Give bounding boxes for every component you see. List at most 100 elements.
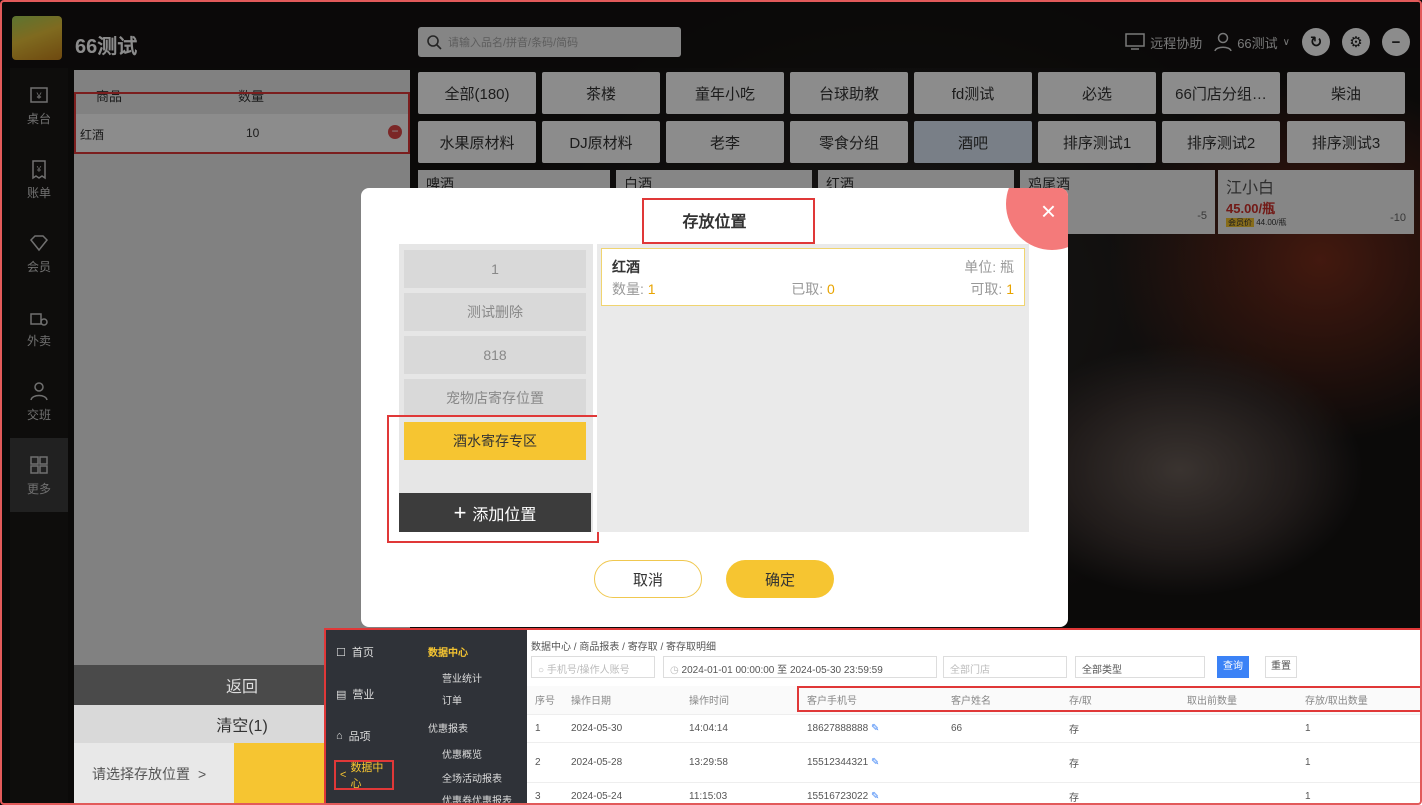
dc-sub-item[interactable]: 优惠报表 bbox=[428, 720, 468, 735]
home-icon: ☐ bbox=[336, 646, 346, 659]
location-item[interactable]: 818 bbox=[404, 336, 586, 374]
phone-value: 18627888888 bbox=[807, 722, 869, 734]
dc-nav-label: 数据中心 bbox=[350, 762, 384, 790]
dc-sub-item[interactable]: 订单 bbox=[442, 692, 462, 707]
dc-nav-label: 首页 bbox=[351, 647, 374, 659]
store-select-value: 全部门店 bbox=[950, 665, 990, 676]
table-cell: 2024-05-28 bbox=[563, 742, 681, 783]
location-item[interactable]: 1 bbox=[404, 250, 586, 288]
table-cell: 1 bbox=[1297, 742, 1422, 783]
dc-sub-item[interactable]: 优惠券优惠报表 bbox=[442, 792, 512, 805]
highlight-box-locations bbox=[387, 415, 599, 543]
table-cell: 1 bbox=[1297, 782, 1422, 805]
table-cell: 存 bbox=[1061, 714, 1179, 743]
table-row: 3 2024-05-24 11:15:03 15516723022 ✎ 存 1 bbox=[527, 782, 1422, 805]
data-center-panel: ☐ 首页 ▤ 营业 ⌂ 品项 < 数据中心 数据中心 营业统计 订单 优惠报表 优惠概览… bbox=[324, 628, 1422, 805]
query-button[interactable]: 查询 bbox=[1217, 656, 1249, 678]
dc-sub-item[interactable]: 营业统计 bbox=[442, 670, 482, 685]
table-cell bbox=[943, 782, 1061, 805]
table-cell: 2 bbox=[527, 742, 563, 783]
highlight-box-title bbox=[642, 198, 815, 244]
unit-label: 单位: bbox=[964, 259, 997, 275]
dc-nav-home[interactable]: ☐ 首页 bbox=[336, 644, 374, 660]
dc-nav-label: 品项 bbox=[348, 731, 371, 743]
cancel-button[interactable]: 取消 bbox=[594, 560, 702, 598]
dc-nav-items[interactable]: ⌂ 品项 bbox=[336, 728, 371, 744]
table-row: 2 2024-05-28 13:29:58 15512344321 ✎ 存 1 bbox=[527, 742, 1422, 783]
table-cell: 66 bbox=[943, 714, 1061, 743]
table-cell-phone: 15516723022 ✎ bbox=[799, 782, 943, 805]
qty-value: 1 bbox=[647, 281, 656, 297]
table-cell: 存 bbox=[1061, 782, 1179, 805]
table-row: 1 2024-05-30 14:04:14 18627888888 ✎ 66 存… bbox=[527, 714, 1422, 743]
table-cell-phone: 18627888888 ✎ bbox=[799, 714, 943, 743]
table-cell-phone: 15512344321 ✎ bbox=[799, 742, 943, 783]
table-cell: 13:29:58 bbox=[681, 742, 799, 783]
dc-sub-item[interactable]: 全场活动报表 bbox=[442, 770, 502, 785]
table-cell bbox=[1179, 782, 1297, 805]
available-value: 1 bbox=[1006, 281, 1014, 297]
table-cell: 1 bbox=[1297, 714, 1422, 743]
choose-location-label: 请选择存放位置 bbox=[92, 766, 190, 782]
column-header: 操作时间 bbox=[681, 686, 799, 715]
location-item[interactable]: 测试删除 bbox=[404, 293, 586, 331]
breadcrumb: 数据中心 / 商品报表 / 寄存取 / 寄存取明细 bbox=[531, 642, 717, 653]
clock-icon: ◷ bbox=[670, 665, 679, 676]
table-cell: 存 bbox=[1061, 742, 1179, 783]
reset-button[interactable]: 重置 bbox=[1265, 656, 1297, 678]
dc-main: 数据中心 / 商品报表 / 寄存取 / 寄存取明细 ○ 手机号/操作人账号 ◷ … bbox=[527, 630, 1422, 805]
phone-value: 15512344321 bbox=[807, 756, 869, 768]
dc-sidebar: ☐ 首页 ▤ 营业 ⌂ 品项 < 数据中心 bbox=[326, 630, 412, 805]
calendar-icon: ▤ bbox=[336, 688, 347, 701]
breadcrumb-item[interactable]: 数据中心 bbox=[531, 642, 571, 653]
confirm-button[interactable]: 确定 bbox=[726, 560, 834, 598]
dc-submenu: 数据中心 营业统计 订单 优惠报表 优惠概览 全场活动报表 优惠券优惠报表 bbox=[412, 630, 527, 805]
table-cell: 2024-05-24 bbox=[563, 782, 681, 805]
dc-nav-label: 营业 bbox=[352, 689, 375, 701]
stored-item-name: 红酒 bbox=[612, 259, 640, 275]
breadcrumb-item[interactable]: 寄存取 bbox=[628, 642, 658, 653]
dc-sub-item[interactable]: 优惠概览 bbox=[442, 746, 482, 761]
stored-items-area: 红酒 单位: 瓶 数量: 1 已取: 0 可取: 1 bbox=[597, 244, 1029, 532]
table-cell: 11:15:03 bbox=[681, 782, 799, 805]
table-cell bbox=[1179, 714, 1297, 743]
dc-nav-datacenter[interactable]: < 数据中心 bbox=[334, 760, 394, 790]
date-to: 2024-05-30 23:59:59 bbox=[789, 665, 883, 676]
type-select[interactable]: 全部类型 bbox=[1075, 656, 1205, 678]
available-label: 可取: bbox=[970, 281, 1003, 297]
taken-value: 0 bbox=[826, 281, 835, 297]
qty-label: 数量: bbox=[612, 281, 644, 297]
share-icon: < bbox=[340, 769, 347, 781]
breadcrumb-item[interactable]: 商品报表 bbox=[579, 642, 619, 653]
type-select-value: 全部类型 bbox=[1082, 665, 1122, 676]
edit-icon[interactable]: ✎ bbox=[871, 757, 879, 768]
column-header: 操作日期 bbox=[563, 686, 681, 715]
chevron-right-icon: > bbox=[198, 766, 207, 782]
table-cell: 3 bbox=[527, 782, 563, 805]
date-from: 2024-01-01 00:00:00 bbox=[681, 665, 775, 676]
breadcrumb-item: 寄存取明细 bbox=[666, 642, 717, 653]
column-header: 序号 bbox=[527, 686, 563, 715]
choose-location-button[interactable]: 请选择存放位置 > bbox=[74, 743, 234, 805]
table-cell bbox=[1179, 742, 1297, 783]
phone-search-placeholder: 手机号/操作人账号 bbox=[546, 665, 630, 676]
table-cell: 1 bbox=[527, 714, 563, 743]
search-icon: ○ bbox=[538, 665, 545, 676]
unit-value: 瓶 bbox=[1000, 259, 1014, 275]
edit-icon[interactable]: ✎ bbox=[871, 723, 879, 734]
dc-sub-title: 数据中心 bbox=[428, 648, 468, 659]
highlight-box-columns bbox=[797, 686, 1422, 712]
stored-item-card[interactable]: 红酒 单位: 瓶 数量: 1 已取: 0 可取: 1 bbox=[601, 248, 1025, 306]
table-cell: 2024-05-30 bbox=[563, 714, 681, 743]
phone-search-input[interactable]: ○ 手机号/操作人账号 bbox=[531, 656, 655, 678]
location-item[interactable]: 宠物店寄存位置 bbox=[404, 379, 586, 417]
storage-location-dialog: × 存放位置 1 测试删除 818 宠物店寄存位置 酒水寄存专区 + 添加位置 … bbox=[361, 188, 1068, 627]
edit-icon[interactable]: ✎ bbox=[871, 791, 879, 802]
table-cell: 14:04:14 bbox=[681, 714, 799, 743]
phone-value: 15516723022 bbox=[807, 790, 869, 802]
store-select[interactable]: 全部门店 bbox=[943, 656, 1067, 678]
dc-nav-business[interactable]: ▤ 营业 bbox=[336, 686, 374, 702]
bag-icon: ⌂ bbox=[336, 730, 343, 742]
table-cell bbox=[943, 742, 1061, 783]
date-range-picker[interactable]: ◷ 2024-01-01 00:00:00 至 2024-05-30 23:59… bbox=[663, 656, 937, 678]
